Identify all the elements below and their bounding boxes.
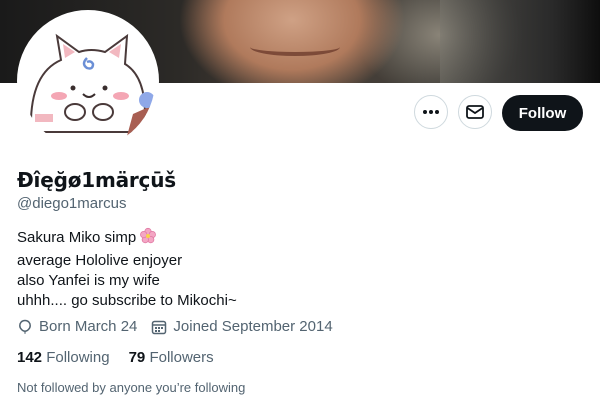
more-button[interactable] <box>414 95 448 129</box>
followers-count: 79 <box>128 349 146 366</box>
bio-line: average Hololive enjoyer <box>17 252 183 269</box>
following-label: Following <box>46 349 110 366</box>
cherry-blossom-icon <box>139 227 157 251</box>
envelope-icon <box>466 105 484 119</box>
bio-line: also Yanfei is my wife <box>17 272 160 289</box>
avatar[interactable] <box>17 10 159 152</box>
followers-label: Followers <box>149 349 214 366</box>
following-count: 142 <box>17 349 43 366</box>
follow-button[interactable]: Follow <box>502 95 583 131</box>
followed-by-note: Not followed by anyone you’re following <box>17 380 246 395</box>
followers-link[interactable]: 79 Followers <box>129 349 214 366</box>
banner-background <box>440 0 600 83</box>
banner-face-detail <box>250 38 340 56</box>
joined-text: Joined September 2014 <box>173 318 333 335</box>
display-name: Đîęğø1märçūš <box>17 168 176 192</box>
handle: @diego1marcus <box>17 195 127 212</box>
balloon-icon <box>19 319 31 333</box>
profile-meta: Born March 24 Joined September 2014 <box>17 318 347 335</box>
birthday-item: Born March 24 <box>17 318 137 335</box>
birthday-text: Born March 24 <box>39 318 138 335</box>
calendar-icon <box>152 320 167 334</box>
cat-avatar-image <box>21 14 155 148</box>
following-link[interactable]: 142 Following <box>17 349 110 366</box>
bio-line: Sakura Miko simp <box>17 227 237 251</box>
bio: Sakura Miko simp average Hololive enjoye… <box>17 227 237 311</box>
bio-line: uhhh.... go subscribe to Mikochi~ <box>17 292 237 309</box>
more-icon <box>423 110 439 114</box>
joined-item: Joined September 2014 <box>151 318 333 335</box>
message-button[interactable] <box>458 95 492 129</box>
follow-counts: 142 Following 79 Followers <box>17 349 233 366</box>
